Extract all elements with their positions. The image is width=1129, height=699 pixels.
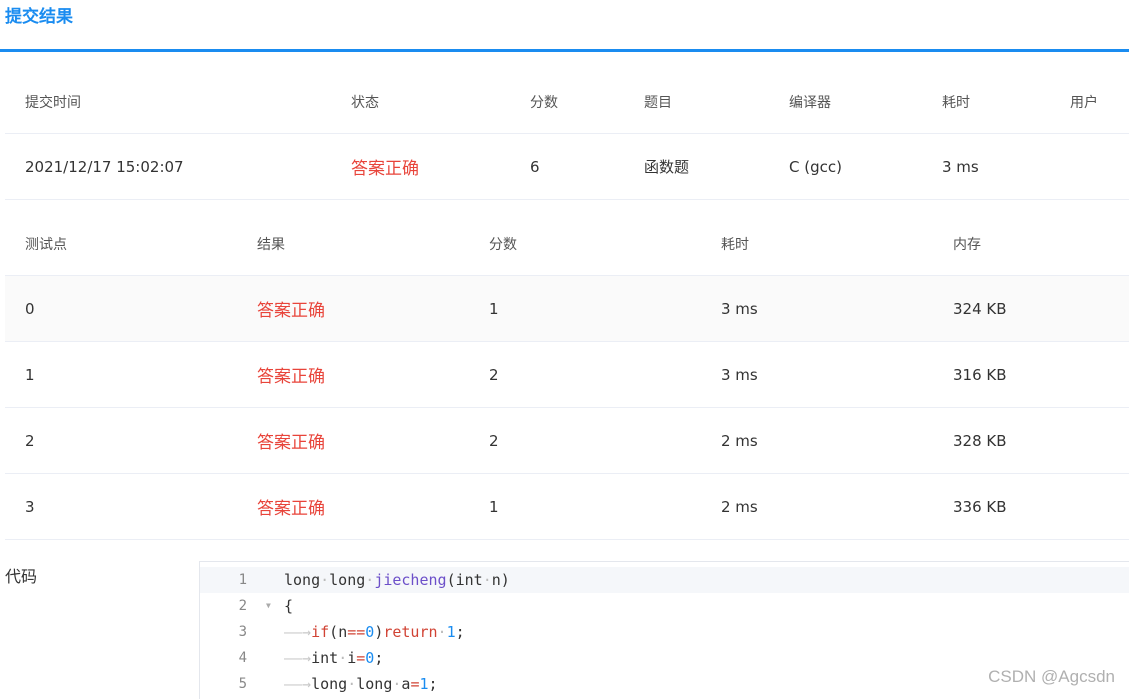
case-score: 2 (469, 407, 701, 474)
code-section-label: 代码 (5, 567, 38, 586)
table-row: 2 答案正确 2 2 ms 328 KB (5, 407, 1129, 474)
header-compiler: 编译器 (789, 94, 831, 111)
header-problem: 题目 (644, 94, 672, 111)
test-point-id: 0 (5, 275, 237, 342)
test-cases-table: 测试点 结果 分数 耗时 内存 0 答案正确 1 3 ms 324 KB 1 答… (5, 212, 1129, 540)
code-line: 3 ——→if(n==0)return·1; (200, 619, 1129, 645)
elapsed-value: 3 ms (922, 133, 1050, 200)
case-score: 2 (469, 341, 701, 408)
case-score: 1 (469, 275, 701, 342)
header-case-time: 耗时 (721, 236, 749, 253)
test-point-id: 3 (5, 473, 237, 540)
header-status: 状态 (351, 94, 379, 111)
table-row: 0 答案正确 1 3 ms 324 KB (5, 275, 1129, 342)
code-text[interactable]: ——→long·long·a=1; (284, 671, 438, 697)
header-result: 结果 (257, 236, 285, 253)
compiler-value: C (gcc) (769, 133, 922, 200)
score-value: 6 (510, 133, 624, 200)
header-submit-time: 提交时间 (25, 94, 81, 111)
code-text[interactable]: { (284, 593, 293, 619)
case-score: 1 (469, 473, 701, 540)
case-result: 答案正确 (237, 341, 469, 408)
case-memory: 328 KB (933, 407, 1129, 474)
tab-submission-result[interactable]: 提交结果 (5, 5, 73, 29)
case-time: 3 ms (701, 341, 933, 408)
table-row: 3 答案正确 1 2 ms 336 KB (5, 473, 1129, 540)
header-elapsed: 耗时 (942, 94, 970, 111)
line-number: 5 (238, 676, 247, 692)
case-result: 答案正确 (237, 407, 469, 474)
code-text[interactable]: ——→int·i=0; (284, 645, 383, 671)
summary-row: 2021/12/17 15:02:07 答案正确 6 函数题 C (gcc) 3… (5, 133, 1129, 200)
summary-header-row: 提交时间 状态 分数 题目 编译器 耗时 用户 (5, 70, 1129, 134)
status-badge: 答案正确 (331, 133, 510, 200)
table-row: 1 答案正确 2 3 ms 316 KB (5, 341, 1129, 408)
case-memory: 324 KB (933, 275, 1129, 342)
case-time: 2 ms (701, 407, 933, 474)
header-test-point: 测试点 (25, 236, 67, 253)
problem-type[interactable]: 函数题 (624, 133, 769, 200)
line-number: 4 (238, 650, 247, 666)
code-line: 2 ▼ { (200, 593, 1129, 619)
case-memory: 336 KB (933, 473, 1129, 540)
line-number: 3 (238, 624, 247, 640)
header-memory: 内存 (953, 236, 981, 253)
case-result: 答案正确 (237, 275, 469, 342)
test-point-id: 2 (5, 407, 237, 474)
line-number: 2 (238, 598, 247, 614)
header-case-score: 分数 (489, 236, 517, 253)
submission-summary-table: 提交时间 状态 分数 题目 编译器 耗时 用户 2021/12/17 15:02… (5, 70, 1129, 200)
cases-header-row: 测试点 结果 分数 耗时 内存 (5, 212, 1129, 276)
case-time: 3 ms (701, 275, 933, 342)
code-text[interactable]: long·long·jiecheng(int·n) (284, 567, 510, 593)
case-time: 2 ms (701, 473, 933, 540)
test-point-id: 1 (5, 341, 237, 408)
tab-arrow-icon: ——→ (284, 675, 312, 693)
chevron-down-icon[interactable]: ▼ (266, 593, 271, 619)
header-score: 分数 (530, 94, 558, 111)
case-memory: 316 KB (933, 341, 1129, 408)
case-result: 答案正确 (237, 473, 469, 540)
tab-arrow-icon: ——→ (284, 623, 312, 641)
header-user: 用户 (1070, 94, 1098, 111)
tab-arrow-icon: ——→ (284, 649, 312, 667)
tab-bar: 提交结果 (0, 0, 1129, 52)
line-number: 1 (238, 572, 247, 588)
watermark: CSDN @Agcsdn (988, 667, 1115, 686)
tab-active-indicator (0, 49, 1129, 52)
code-line: 1 long·long·jiecheng(int·n) (200, 567, 1129, 593)
user-value[interactable] (1050, 133, 1129, 200)
code-text[interactable]: ——→if(n==0)return·1; (284, 619, 465, 645)
submit-time: 2021/12/17 15:02:07 (5, 133, 331, 200)
